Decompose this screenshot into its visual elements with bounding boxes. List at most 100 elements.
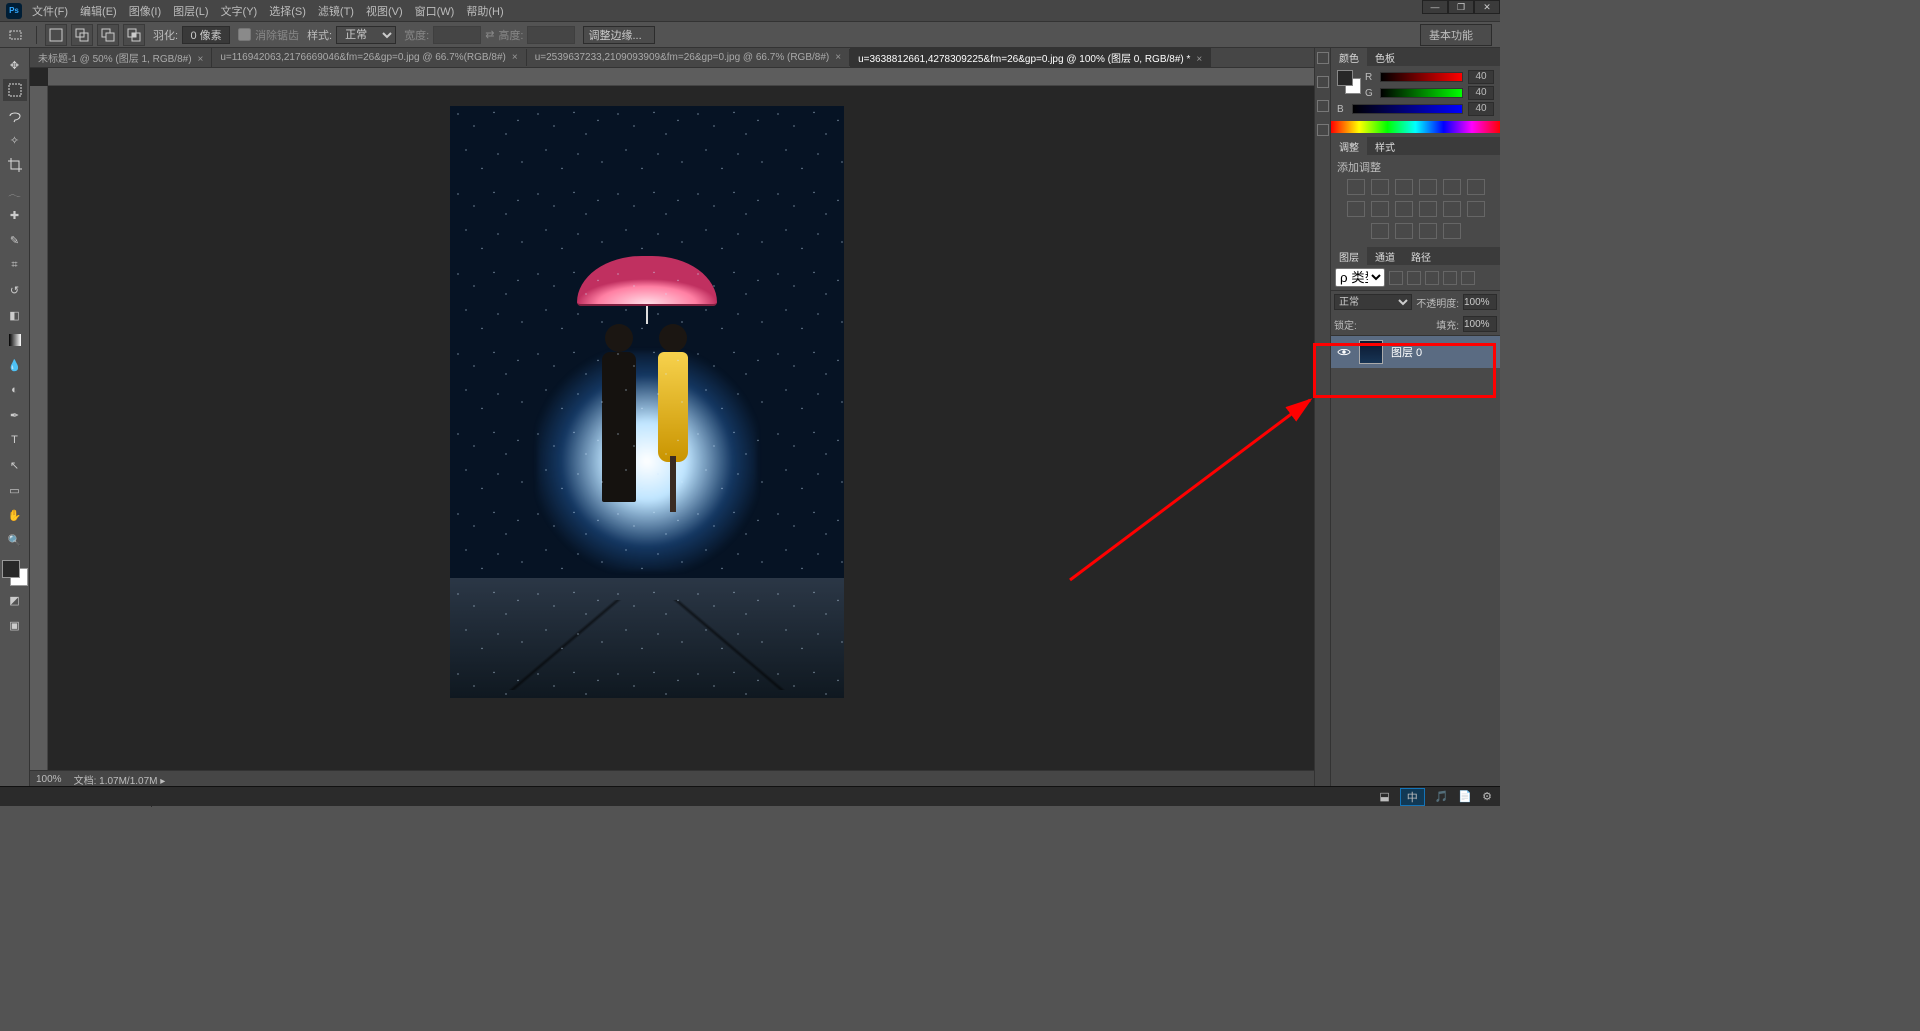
tool-gradient[interactable] xyxy=(3,329,27,351)
feather-input[interactable] xyxy=(182,26,230,44)
tool-marquee[interactable] xyxy=(3,79,27,101)
menu-edit[interactable]: 编辑(E) xyxy=(78,1,119,21)
tool-zoom[interactable]: 🔍 xyxy=(3,529,27,551)
tool-type[interactable]: T xyxy=(3,429,27,451)
dock-icon[interactable] xyxy=(1317,100,1329,112)
current-tool-icon[interactable] xyxy=(6,24,28,46)
tool-brush[interactable]: ✎ xyxy=(3,229,27,251)
adj-channelmixer-icon[interactable] xyxy=(1419,201,1437,217)
r-value[interactable]: 40 xyxy=(1468,70,1494,84)
tab-channels[interactable]: 通道 xyxy=(1367,247,1403,266)
adj-photofilter-icon[interactable] xyxy=(1395,201,1413,217)
adj-selectivecolor-icon[interactable] xyxy=(1443,223,1461,239)
tray-icon[interactable]: 🎵 xyxy=(1435,790,1449,803)
ruler-horizontal[interactable] xyxy=(48,68,1314,86)
adj-curves-icon[interactable] xyxy=(1395,179,1413,195)
close-button[interactable]: ✕ xyxy=(1474,0,1500,14)
tool-eraser[interactable]: ◧ xyxy=(3,304,27,326)
filter-pixel-icon[interactable] xyxy=(1389,271,1403,285)
dock-icon[interactable] xyxy=(1317,76,1329,88)
document-tab[interactable]: u=2539637233,2109093909&fm=26&gp=0.jpg @… xyxy=(527,49,850,66)
close-icon[interactable]: × xyxy=(835,52,841,63)
filter-smart-icon[interactable] xyxy=(1461,271,1475,285)
layer-name[interactable]: 图层 0 xyxy=(1391,344,1422,360)
tool-spot-heal[interactable]: ✚ xyxy=(3,204,27,226)
ime-indicator[interactable]: 中 xyxy=(1400,788,1425,806)
refine-edge-button[interactable]: 调整边缘... xyxy=(583,26,654,44)
dock-icon[interactable] xyxy=(1317,124,1329,136)
tab-color[interactable]: 颜色 xyxy=(1331,48,1367,67)
adj-invert-icon[interactable] xyxy=(1467,201,1485,217)
adj-brightness-icon[interactable] xyxy=(1347,179,1365,195)
adj-gradientmap-icon[interactable] xyxy=(1419,223,1437,239)
tool-path-select[interactable]: ↖ xyxy=(3,454,27,476)
close-icon[interactable]: × xyxy=(512,52,518,63)
tool-pen[interactable]: ✒ xyxy=(3,404,27,426)
adj-exposure-icon[interactable] xyxy=(1419,179,1437,195)
g-slider[interactable] xyxy=(1380,88,1463,98)
filter-adjust-icon[interactable] xyxy=(1407,271,1421,285)
foreground-color[interactable] xyxy=(2,560,20,578)
menu-view[interactable]: 视图(V) xyxy=(364,1,405,21)
menu-help[interactable]: 帮助(H) xyxy=(464,1,505,21)
tool-dodge[interactable]: ◐ xyxy=(3,379,27,401)
tab-adjustments[interactable]: 调整 xyxy=(1331,137,1367,156)
zoom-level[interactable]: 100% xyxy=(36,774,62,785)
document-tab[interactable]: 未标题-1 @ 50% (图层 1, RGB/8#)× xyxy=(30,47,212,68)
tool-magic-wand[interactable]: ✧ xyxy=(3,129,27,151)
tray-icon[interactable]: ⚙ xyxy=(1482,790,1492,803)
tray-icon[interactable]: 📄 xyxy=(1458,790,1472,803)
r-slider[interactable] xyxy=(1380,72,1463,82)
tray-icon[interactable]: ⬓ xyxy=(1379,790,1389,803)
ruler-vertical[interactable] xyxy=(30,86,48,770)
adj-bw-icon[interactable] xyxy=(1371,201,1389,217)
menu-layer[interactable]: 图层(L) xyxy=(171,1,210,21)
close-icon[interactable]: × xyxy=(198,54,204,65)
fill-input[interactable] xyxy=(1463,316,1497,332)
document-tab[interactable]: u=116942063,2176669046&fm=26&gp=0.jpg @ … xyxy=(212,49,526,66)
adj-vibrance-icon[interactable] xyxy=(1443,179,1461,195)
screenmode-icon[interactable]: ▣ xyxy=(3,614,27,636)
filter-shape-icon[interactable] xyxy=(1443,271,1457,285)
tool-shape[interactable]: ▭ xyxy=(3,479,27,501)
tab-layers[interactable]: 图层 xyxy=(1331,247,1367,266)
tool-crop[interactable] xyxy=(3,154,27,176)
tool-hand[interactable]: ✋ xyxy=(3,504,27,526)
quickmask-icon[interactable]: ◩ xyxy=(3,589,27,611)
menu-select[interactable]: 选择(S) xyxy=(267,1,308,21)
fgcolor-swatch[interactable] xyxy=(1337,70,1353,86)
canvas-viewport[interactable] xyxy=(30,68,1314,770)
tool-clone[interactable]: ⌗ xyxy=(3,254,27,276)
visibility-icon[interactable] xyxy=(1337,345,1351,359)
adj-levels-icon[interactable] xyxy=(1371,179,1389,195)
tool-move[interactable]: ✥ xyxy=(3,54,27,76)
layer-filter-select[interactable]: ρ 类型 xyxy=(1335,268,1385,287)
tool-eyedropper[interactable]: 𓂃 xyxy=(3,179,27,201)
layer-thumbnail[interactable] xyxy=(1359,340,1383,364)
b-slider[interactable] xyxy=(1352,104,1463,114)
tab-paths[interactable]: 路径 xyxy=(1403,247,1439,266)
menu-filter[interactable]: 滤镜(T) xyxy=(316,1,356,21)
menu-window[interactable]: 窗口(W) xyxy=(413,1,457,21)
dock-icon[interactable] xyxy=(1317,52,1329,64)
tool-blur[interactable]: 💧 xyxy=(3,354,27,376)
adj-colorlookup-icon[interactable] xyxy=(1443,201,1461,217)
filter-type-icon[interactable] xyxy=(1425,271,1439,285)
menu-type[interactable]: 文字(Y) xyxy=(219,1,260,21)
adj-colorbalance-icon[interactable] xyxy=(1347,201,1365,217)
close-icon[interactable]: × xyxy=(1196,54,1202,65)
workspace-switcher[interactable]: 基本功能 xyxy=(1420,24,1492,46)
selection-add-icon[interactable] xyxy=(71,24,93,46)
menu-file[interactable]: 文件(F) xyxy=(30,1,70,21)
layer-row[interactable]: 图层 0 xyxy=(1331,336,1500,368)
maximize-button[interactable]: ❐ xyxy=(1448,0,1474,14)
selection-new-icon[interactable] xyxy=(45,24,67,46)
adj-threshold-icon[interactable] xyxy=(1395,223,1413,239)
tab-swatches[interactable]: 色板 xyxy=(1367,48,1403,67)
minimize-button[interactable]: — xyxy=(1422,0,1448,14)
selection-subtract-icon[interactable] xyxy=(97,24,119,46)
spectrum-picker[interactable] xyxy=(1331,121,1500,133)
tool-history-brush[interactable]: ↺ xyxy=(3,279,27,301)
document-tab[interactable]: u=3638812661,4278309225&fm=26&gp=0.jpg @… xyxy=(850,47,1211,68)
blend-mode-select[interactable]: 正常 xyxy=(1334,294,1412,310)
